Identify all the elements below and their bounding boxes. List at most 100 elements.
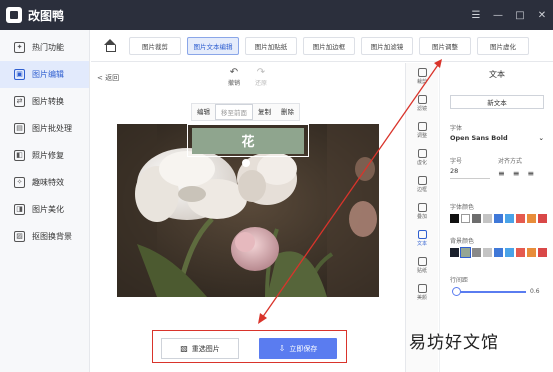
tab-sticker[interactable]: 图片加贴纸 (245, 36, 297, 55)
minimize-icon[interactable]: — (487, 10, 509, 21)
sidebar-item-batch[interactable]: ▤ 图片批处理 (0, 115, 89, 142)
edited-photo[interactable]: 花 (117, 124, 379, 297)
bg-color-swatches (450, 247, 547, 258)
overlay-text[interactable]: 花 (192, 127, 304, 154)
font-select[interactable]: Open Sans Bold ⌄ (450, 134, 544, 142)
swatch[interactable] (527, 248, 536, 257)
swatch[interactable] (483, 214, 492, 223)
sidebar-item-beautify[interactable]: ◨ 图片美化 (0, 196, 89, 223)
align-center-icon[interactable]: ≡ (513, 169, 520, 178)
line-spacing-value: 0.6 (530, 288, 540, 295)
tool-label: 叠加 (416, 214, 427, 220)
save-now-button[interactable]: ⇩ 立即保存 (259, 338, 337, 359)
tool-beauty[interactable]: 美颜 (406, 279, 438, 306)
beauty-icon (417, 284, 427, 293)
copy-button[interactable]: 复制 (253, 104, 276, 120)
swatch[interactable] (527, 214, 536, 223)
tool-strip: 裁剪 滤镜 调整 虚化 边框 叠加 文本 贴纸 美颜 (405, 63, 438, 372)
tab-adjust[interactable]: 图片调整 (419, 36, 471, 55)
menu-icon[interactable]: ☰ (465, 10, 487, 21)
image-edit-icon: ▣ (14, 69, 25, 80)
border-icon (417, 176, 427, 185)
align-label: 对齐方式 (498, 158, 523, 165)
editor-area: < 返回 ↶ 撤销 ↷ 还原 编辑 移至前面 复制 删除 花 ▧ 重选图片 ⇩ … (91, 63, 404, 372)
home-icon[interactable] (103, 38, 117, 53)
bring-front-button[interactable]: 移至前面 (215, 104, 253, 120)
font-label: 字体 (450, 125, 463, 132)
bg-color-label: 背景颜色 (450, 238, 475, 245)
swatch[interactable] (472, 248, 481, 257)
tool-border[interactable]: 边框 (406, 171, 438, 198)
swatch[interactable] (538, 214, 547, 223)
swatch[interactable] (460, 247, 471, 258)
close-icon[interactable]: ✕ (531, 10, 553, 21)
cutout-icon: ▨ (14, 231, 25, 242)
text-edit-toolbar: 编辑 移至前面 复制 删除 (191, 103, 300, 121)
tab-blur[interactable]: 图片虚化 (477, 36, 529, 55)
reselect-label: 重选图片 (191, 344, 220, 353)
tool-filter[interactable]: 滤镜 (406, 90, 438, 117)
tab-border[interactable]: 图片加边框 (303, 36, 355, 55)
sidebar-item-cutout[interactable]: ▨ 抠图换背景 (0, 223, 89, 250)
font-size-field[interactable]: 28 (450, 167, 490, 179)
tool-label: 调整 (416, 133, 427, 139)
align-left-icon[interactable]: ≡ (498, 169, 505, 178)
beautify-icon: ◨ (14, 204, 25, 215)
size-label: 字号 (450, 158, 463, 165)
font-color-label: 字体颜色 (450, 204, 475, 211)
tool-sticker[interactable]: 贴纸 (406, 252, 438, 279)
swatch[interactable] (472, 214, 481, 223)
tool-label: 边框 (416, 187, 427, 193)
tab-filter[interactable]: 图片加滤镜 (361, 36, 413, 55)
tool-overlay[interactable]: 叠加 (406, 198, 438, 225)
swatch[interactable] (505, 248, 514, 257)
rotate-handle[interactable] (242, 159, 250, 167)
sidebar-item-hot[interactable]: ✦ 热门功能 (0, 34, 89, 61)
sidebar-item-convert[interactable]: ⇄ 图片转换 (0, 88, 89, 115)
text-icon (417, 230, 427, 239)
slider-handle[interactable] (452, 287, 461, 296)
tool-text[interactable]: 文本 (406, 225, 438, 252)
swatch[interactable] (494, 214, 503, 223)
swatch[interactable] (461, 214, 470, 223)
back-button[interactable]: < 返回 (97, 73, 119, 83)
tool-label: 虚化 (416, 160, 427, 166)
swatch[interactable] (450, 248, 459, 257)
font-value: Open Sans Bold (450, 134, 508, 142)
edit-button[interactable]: 编辑 (192, 104, 215, 120)
delete-button[interactable]: 删除 (276, 104, 299, 120)
swatch[interactable] (450, 214, 459, 223)
sidebar-item-label: 图片批处理 (32, 124, 72, 133)
tab-crop[interactable]: 图片裁剪 (129, 36, 181, 55)
align-buttons: ≡ ≡ ≡ (498, 169, 534, 178)
swatch[interactable] (538, 248, 547, 257)
swatch[interactable] (494, 248, 503, 257)
sidebar-item-label: 抠图换背景 (32, 232, 72, 241)
undo-button[interactable]: ↶ 撤销 (224, 67, 244, 87)
redo-button[interactable]: ↷ 还原 (251, 67, 271, 87)
tab-text-edit[interactable]: 图片文本编辑 (187, 36, 239, 55)
sidebar-item-label: 图片编辑 (32, 70, 64, 79)
swatch[interactable] (483, 248, 492, 257)
sidebar-item-image-edit[interactable]: ▣ 图片编辑 (0, 61, 89, 88)
new-text-button[interactable]: 新文本 (450, 95, 544, 109)
text-properties-panel: 文本 新文本 字体 Open Sans Bold ⌄ 字号 对齐方式 28 ≡ ≡… (439, 63, 553, 372)
sidebar-item-effects[interactable]: ✧ 趣味特效 (0, 169, 89, 196)
line-spacing-slider[interactable] (456, 291, 526, 293)
swatch[interactable] (516, 248, 525, 257)
crop-icon (417, 68, 427, 77)
maximize-icon[interactable]: □ (509, 10, 531, 21)
text-overlay-box[interactable]: 花 (187, 124, 309, 157)
tool-crop[interactable]: 裁剪 (406, 63, 438, 90)
swatch[interactable] (516, 214, 525, 223)
reselect-image-button[interactable]: ▧ 重选图片 (161, 338, 239, 359)
align-right-icon[interactable]: ≡ (527, 169, 534, 178)
watermark-text: 易坊好文馆 (409, 333, 499, 353)
filter-icon (417, 95, 427, 104)
tool-adjust[interactable]: 调整 (406, 117, 438, 144)
redo-label: 还原 (254, 80, 267, 87)
sidebar-item-repair[interactable]: ◧ 照片修复 (0, 142, 89, 169)
swatch[interactable] (505, 214, 514, 223)
undo-label: 撤销 (227, 80, 240, 87)
tool-blur[interactable]: 虚化 (406, 144, 438, 171)
